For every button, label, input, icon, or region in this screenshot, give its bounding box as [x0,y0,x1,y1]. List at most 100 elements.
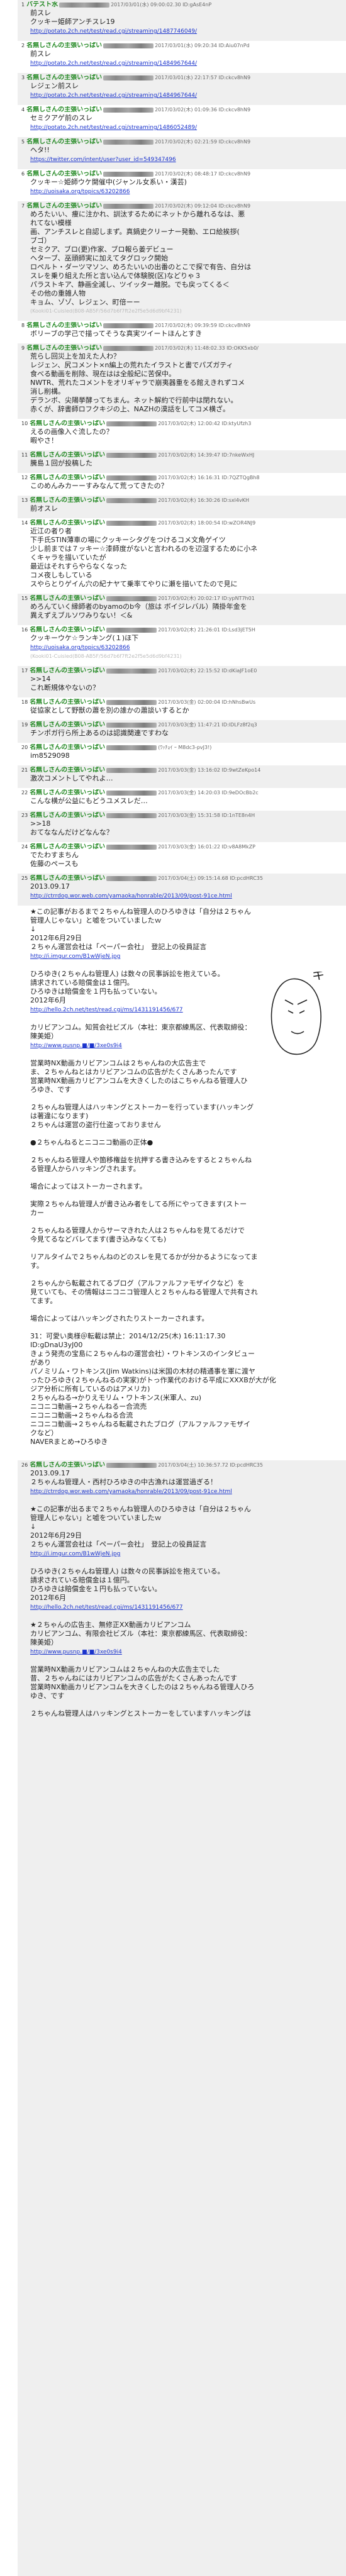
post-line: 食べる動画を削除、現在はは全般紀に苦保中。 [30,370,176,378]
post: 12 名無しさんの主張いっぱい 2017/03/02(木) 16:16:31 ID:… [18,473,346,496]
poster-name: 名無しさんの主張いっぱい [30,626,106,633]
poster-name: 名無しさんの主張いっぱい [30,497,106,504]
post-date: 2017/03/02(木) 08:48:17 ID:ckcv8hN9 [155,171,251,177]
post-header: 3 名無しさんの主張いっぱい 2017/03/01(水) 22:17:57 ID:c… [21,74,342,81]
post-number[interactable]: 4 [21,107,25,113]
post-date: 2017/03/04(土) 10:36:57.72 ID:pcdHRC35 [158,1462,263,1468]
article-line: ジア分析に所有しているのはアメリカ) [30,1385,150,1393]
post-number[interactable]: 16 [21,627,28,633]
post-date: 2017/03/04(土) 09:15:14.68 ID:pcdHRC35 [158,875,263,881]
article-link[interactable]: http://i.imgur.com/B1wWjeN.jpg [30,953,120,960]
post: 10 名無しさんの主張いっぱい 2017/03/02(木) 12:00:42 ID:… [18,419,346,450]
article-link[interactable]: http://hello.2ch.net/test/read.cgi/ms/14… [30,1604,183,1611]
post-number[interactable]: 24 [21,844,28,850]
post-body: レジェン前スレ http://potato.2ch.net/test/read.c… [30,82,342,100]
post-number[interactable]: 8 [21,323,25,328]
post-line: スやらとりゲイん穴の紀ナヤて乗率てやりに瀬を描いてたので見に [30,580,238,588]
poster-name: 名無しさんの主張いっぱい [30,420,106,427]
post-number[interactable]: 25 [21,875,28,881]
redacted-id [103,107,154,113]
post-header: 8 名無しさんの主張いっぱい 2017/03/02(木) 09:39:59 ID:c… [21,322,342,329]
post-link[interactable]: http://potato.2ch.net/test/read.cgi/stre… [30,28,197,35]
post-number[interactable]: 9 [21,345,25,351]
article-link[interactable]: http://www.pusnp.■/■/3xe0s9i4 [30,1649,122,1655]
redacted-id [106,813,157,818]
post-link[interactable]: http://uoisaka.org/topics/63202866 [30,645,130,651]
redacted-id [103,43,154,48]
article-line: ったひろゆき(２ちゃんねるの実家)がトっ作業代のおける平成にXXXBが大が化 [30,1376,276,1384]
post: 18 名無しさんの主張いっぱい 2017/03/03(金) 02:00:04 ID:… [18,697,346,720]
article-line: 営業時NX動画カリビアンコムは２ちゃんねの大広告主でした [30,1665,220,1674]
poster-name: 名無しさんの主張いっぱい [30,767,106,774]
post-link[interactable]: http://potato.2ch.net/test/read.cgi/stre… [30,92,197,99]
post-number[interactable]: 23 [21,813,28,818]
post-number[interactable]: 15 [21,596,28,601]
article-link[interactable]: http://www.pusnp.■/■/3xe0s9i4 [30,1043,122,1049]
post-link[interactable]: http://ctrrdog.wor.web.com/yamaoka/honra… [30,893,232,899]
post-date: 2017/03/02(木) 22:15:52 ID:dKiaJF1oE0 [158,668,257,674]
post-number[interactable]: 2 [21,43,25,48]
post-line: クッキー姫師アンチスレ19 [30,18,115,26]
post: 24 名無しさんの主張いっぱい 2017/03/03(金) 16:01:22 ID:… [18,842,346,874]
post-number[interactable]: 20 [21,745,28,750]
post-number[interactable]: 22 [21,790,28,796]
article-line: ひろゆき(２ちゃんね管理人) は数々の民事訴訟を抱えている。 [30,1567,225,1575]
post-body: 前スレ http://potato.2ch.net/test/read.cgi/s… [30,50,342,68]
post-number[interactable]: 26 [21,1462,28,1468]
post-link[interactable]: http://ctrrdog.wor.web.com/yamaoka/honra… [30,1489,232,1495]
post-line: im8529098 [30,752,70,760]
post-line: 前スレ [30,9,51,17]
poster-name: 名無しさんの主張いっぱい [30,474,106,481]
poster-name: 名無しさんの主張いっぱい [30,843,106,850]
post-number[interactable]: 10 [21,421,28,426]
redacted-id [59,2,110,8]
post-number[interactable]: 11 [21,452,28,458]
post-number[interactable]: 3 [21,75,25,80]
post: 26 名無しさんの主張いっぱい 2017/03/04(土) 10:36:57.72 … [18,1460,346,1732]
post-link[interactable]: http://potato.2ch.net/test/read.cgi/stre… [30,60,197,67]
post: 8 名無しさんの主張いっぱい 2017/03/02(木) 09:39:59 ID:c… [18,321,346,343]
redacted-id [106,421,157,426]
post-line: コメ夜しもしている [30,571,92,579]
redacted-id [106,497,157,503]
post-number[interactable]: 1 [21,2,25,8]
article-link[interactable]: http://i.imgur.com/B1wWjeN.jpg [30,1551,120,1557]
article-line: 2012年6月29日 [30,1531,82,1540]
post-number[interactable]: 18 [21,699,28,705]
post-body: >>18 おてななんだけどなんな？ [30,819,342,837]
post-date: 2017/03/02(木) 20:02:17 ID:ypNT7h01 [158,596,255,601]
post-link[interactable]: http://uoisaka.org/topics/63202866 [30,189,130,195]
redacted-id [106,520,157,526]
post-number[interactable]: 19 [21,722,28,728]
article-link[interactable]: http://hello.2ch.net/test/read.cgi/ms/14… [30,1007,183,1013]
post: 21 名無しさんの主張いっぱい 2017/03/03(金) 13:16:02 ID:… [18,765,346,788]
post-line: チンポガ行ら所上あるのは認識関連ですわな [30,729,169,737]
post-number[interactable]: 5 [21,139,25,145]
post-line: めろたいい、痩に注かれ、訓汰するためにネットから離れるなは、悪 [30,210,245,218]
post-date: 2017/03/03(金) 02:00:04 ID:hNhsBwUs [158,699,256,705]
post-body: こんな横が公益にもどうユメスレだ… [30,797,342,806]
post-link[interactable]: https://twitter.com/intent/user?user_id=… [30,157,176,163]
post-number[interactable]: 7 [21,203,25,209]
post-number[interactable]: 13 [21,497,28,503]
redacted-id [106,627,157,633]
post-header: 5 名無しさんの主張いっぱい 2017/03/02(木) 02:21:59 ID:c… [21,138,342,145]
article-line: 2012年6月29日 [30,934,82,942]
post-number[interactable]: 6 [21,171,25,177]
post-link[interactable]: http://potato.2ch.net/test/read.cgi/stre… [30,125,197,131]
post-line: 近江の者り者 [30,527,72,535]
post-number[interactable]: 12 [21,475,28,480]
post-number[interactable]: 17 [21,668,28,674]
post-number[interactable]: 14 [21,520,28,526]
post-header: 21 名無しさんの主張いっぱい 2017/03/03(金) 13:16:02 ID:… [21,767,342,774]
post-line: これ断規体やないの？ [30,684,99,692]
post-number[interactable]: 21 [21,767,28,773]
post: 25 名無しさんの主張いっぱい 2017/03/04(土) 09:15:14.68 … [18,874,346,906]
